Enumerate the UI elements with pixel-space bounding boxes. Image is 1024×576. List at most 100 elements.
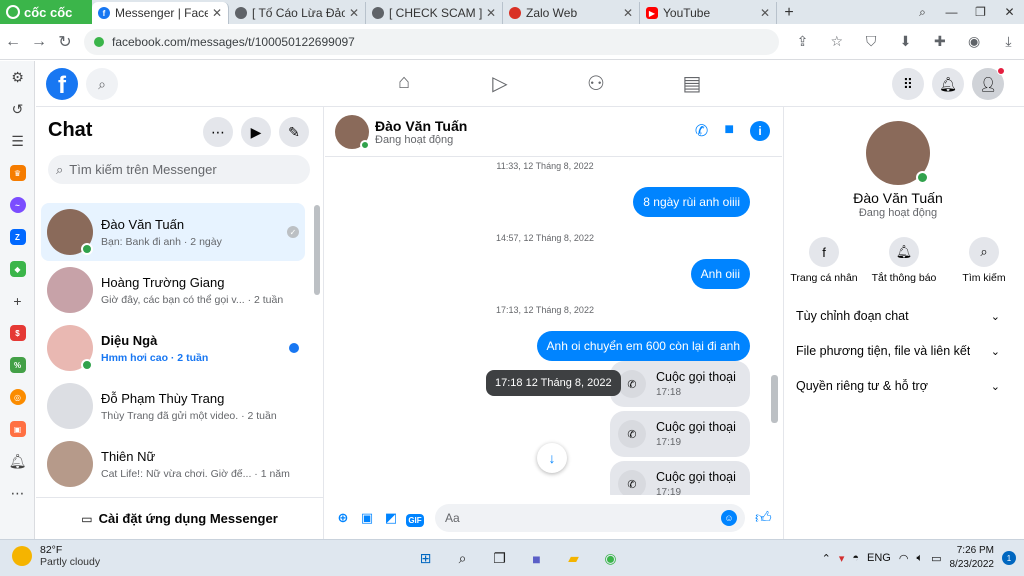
close-icon[interactable]: ✕	[212, 6, 222, 20]
speaker-icon[interactable]: 🔈︎	[916, 552, 923, 565]
add-icon[interactable]: +	[0, 285, 35, 317]
reading-list-icon[interactable]: ☰	[0, 125, 35, 157]
section-customize-chat[interactable]: Tùy chỉnh đoạn chat ⌄	[796, 301, 1000, 331]
voucher-icon[interactable]: %	[0, 349, 35, 381]
chevron-up-icon[interactable]: ⌃	[822, 552, 831, 565]
close-icon[interactable]: ✕	[760, 6, 770, 20]
message-bubble[interactable]: Anh oi chuyển em 600 còn lại đi anh	[536, 331, 750, 361]
extensions-icon[interactable]: ✚	[924, 33, 955, 50]
thumbs-up-icon[interactable]: 👍︎	[755, 509, 772, 528]
battery-icon[interactable]: ▭	[931, 552, 941, 565]
search-icon[interactable]: ⌕	[449, 545, 476, 572]
antivirus-icon[interactable]: ▾	[839, 552, 845, 565]
more-options-icon[interactable]: ⋯	[203, 117, 233, 147]
profile-button[interactable]: f Trang cá nhân	[784, 237, 864, 284]
call-log-item[interactable]: ✆ Cuộc gọi thoại 17:19	[610, 411, 750, 457]
emoji-icon[interactable]: ☺	[721, 510, 737, 526]
plus-icon[interactable]: ⊕	[331, 510, 355, 526]
phone-icon[interactable]: ✆	[695, 121, 708, 141]
gif-icon[interactable]: GIF	[403, 511, 427, 527]
install-messenger-button[interactable]: ▭ Cài đặt ứng dụng Messenger	[36, 497, 323, 539]
close-icon[interactable]: ✕	[486, 6, 496, 20]
teams-icon[interactable]: ■	[523, 545, 550, 572]
settings-icon[interactable]: ⚙	[0, 61, 35, 93]
conversation-item[interactable]: Đào Văn Tuấn Bạn: Bank đi anh · 2 ngày ✓	[41, 203, 305, 261]
profile-icon[interactable]: ◉	[959, 33, 990, 50]
downloads-icon[interactable]: ⤓	[993, 33, 1024, 50]
crown-icon[interactable]: ♛	[0, 157, 35, 189]
facebook-logo-icon[interactable]: f	[46, 68, 78, 100]
section-privacy-support[interactable]: Quyền riêng tư & hỗ trợ ⌄	[796, 371, 1000, 401]
video-room-icon[interactable]: ▶	[241, 117, 271, 147]
account-avatar[interactable]: 👤︎	[972, 67, 1005, 100]
wifi-icon[interactable]: ◠	[899, 552, 909, 565]
close-icon[interactable]: ✕	[349, 6, 359, 20]
menu-grid-icon[interactable]: ⠿	[892, 68, 924, 100]
app-tray-icon[interactable]: ◓	[852, 552, 859, 564]
back-icon[interactable]: ←	[0, 33, 26, 51]
file-explorer-icon[interactable]: ▰	[560, 545, 587, 572]
info-icon[interactable]: i	[750, 121, 770, 141]
search-icon[interactable]: ⌕	[86, 68, 118, 100]
restore-button[interactable]: ❐	[966, 0, 995, 24]
avatar[interactable]	[335, 115, 370, 150]
notification-badge[interactable]: 1	[1002, 551, 1016, 565]
shield-icon[interactable]: ⛉	[856, 33, 887, 50]
tab-to-cao[interactable]: [ Tố Cáo Lừa Đảo ✕	[229, 2, 366, 24]
close-window-button[interactable]: ✕	[995, 0, 1024, 24]
home-icon[interactable]: ⌂	[356, 71, 452, 96]
browser-brand[interactable]: cốc cốc	[0, 0, 92, 24]
gaming-icon[interactable]: ▤	[644, 71, 740, 96]
chat-list-scrollbar[interactable]	[314, 205, 320, 295]
star-icon[interactable]: ☆	[821, 33, 852, 50]
shopping-icon[interactable]: ◎	[0, 381, 35, 413]
conversation-item[interactable]: Thiên Nữ Cat Life!: Nữ vừa chơi. Giờ đế..…	[41, 435, 305, 493]
weather-widget[interactable]: 82°F Partly cloudy	[12, 544, 100, 568]
messenger-icon[interactable]: ~	[0, 189, 35, 221]
minimize-button[interactable]: —	[937, 0, 966, 24]
groups-icon[interactable]: ⚇	[548, 71, 644, 96]
conversation-item[interactable]: Hoàng Trường Giang Giờ đây, các bạn có th…	[41, 261, 305, 319]
share-icon[interactable]: ⇪	[787, 33, 818, 50]
tab-search-icon[interactable]: ⌕	[908, 0, 937, 24]
coccoc-icon[interactable]: ◉	[597, 545, 624, 572]
url-field[interactable]: facebook.com/messages/t/100050122699097	[84, 28, 779, 55]
new-tab-button[interactable]: +	[777, 2, 801, 24]
notifications-icon[interactable]: 🔔︎	[932, 68, 964, 100]
conversation-item[interactable]: Đỗ Phạm Thùy Trang Thùy Trang đã gửi một …	[41, 377, 305, 435]
thread-scrollbar[interactable]	[771, 375, 778, 423]
photo-icon[interactable]: ▣	[355, 510, 379, 526]
sticker-icon[interactable]: ◩	[379, 510, 403, 526]
forward-icon[interactable]: →	[26, 33, 52, 51]
call-log-item[interactable]: ✆ Cuộc gọi thoại 17:18	[610, 361, 750, 407]
more-icon[interactable]: ⋯	[0, 477, 35, 509]
scroll-to-bottom-button[interactable]: ↓	[537, 443, 567, 473]
reload-icon[interactable]: ↻	[52, 32, 78, 52]
clock[interactable]: 7:26 PM 8/23/2022	[950, 544, 995, 572]
mute-button[interactable]: 🔔︎ Tắt thông báo	[864, 237, 944, 284]
download-icon[interactable]: ⬇	[890, 33, 921, 50]
video-call-icon[interactable]: ■	[724, 121, 734, 141]
start-icon[interactable]: ⊞	[412, 545, 439, 572]
sale-icon[interactable]: $	[0, 317, 35, 349]
tab-messenger[interactable]: f Messenger | Facebook ✕	[92, 2, 229, 24]
bell-icon[interactable]: 🔔︎	[0, 445, 35, 477]
tab-check-scam[interactable]: [ CHECK SCAM ] H ✕	[366, 2, 503, 24]
history-icon[interactable]: ↺	[0, 93, 35, 125]
tab-zalo[interactable]: Zalo Web ✕	[503, 2, 640, 24]
message-bubble[interactable]: 8 ngày rùi anh oiiii	[633, 187, 750, 217]
avatar[interactable]	[866, 121, 930, 185]
search-button[interactable]: ⌕ Tìm kiếm	[944, 237, 1024, 284]
section-media-files[interactable]: File phương tiện, file và liên kết ⌄	[796, 336, 1000, 366]
game-icon[interactable]: ◆	[0, 253, 35, 285]
message-bubble[interactable]: Anh oiii	[690, 259, 750, 289]
call-log-item[interactable]: ✆ Cuộc gọi thoại 17:19	[610, 461, 750, 495]
task-view-icon[interactable]: ❐	[486, 545, 513, 572]
zalo-icon[interactable]: Z	[0, 221, 35, 253]
close-icon[interactable]: ✕	[623, 6, 633, 20]
new-message-icon[interactable]: ✎	[279, 117, 309, 147]
cart-icon[interactable]: ▣	[0, 413, 35, 445]
message-input[interactable]: Aa ☺	[435, 504, 745, 532]
conversation-item[interactable]: Diệu Ngà Hmm hơi cao · 2 tuần	[41, 319, 305, 377]
watch-icon[interactable]: ▷	[452, 71, 548, 96]
